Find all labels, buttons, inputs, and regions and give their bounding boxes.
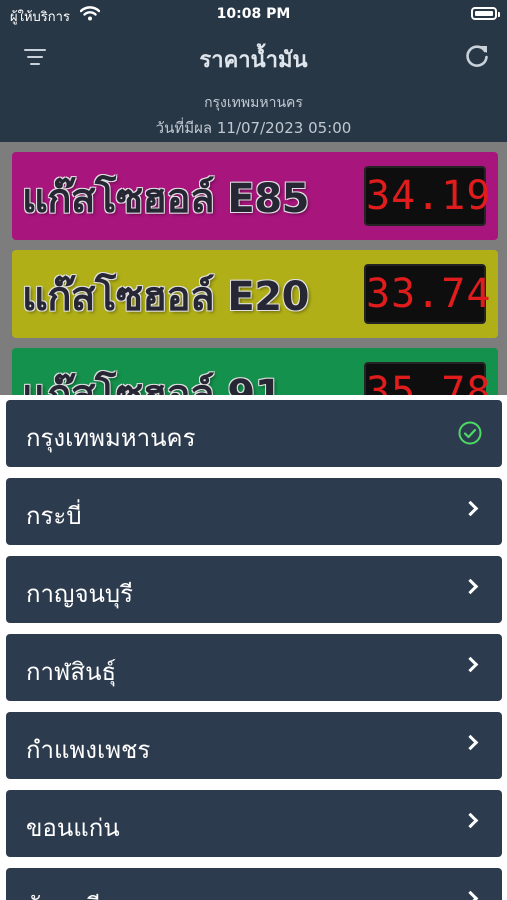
chevron-right-icon (462, 812, 479, 829)
province-label: กรุงเทพมหานคร (26, 424, 196, 452)
province-label: กำแพงเพชร (26, 736, 151, 764)
nav-bar: ราคาน้ำมัน (0, 30, 507, 84)
current-province: กรุงเทพมหานคร (204, 95, 303, 111)
province-label: กระบี่ (26, 502, 82, 530)
dim-overlay (0, 142, 507, 395)
chevron-right-icon (462, 578, 479, 595)
chevron-right-icon (462, 734, 479, 751)
province-item-bangkok[interactable]: กรุงเทพมหานคร (6, 400, 502, 467)
province-label: กาญจนบุรี (26, 580, 134, 608)
refresh-icon[interactable] (461, 40, 493, 72)
page-title: ราคาน้ำมัน (199, 48, 308, 73)
checkmark-icon (458, 421, 482, 445)
province-label: จันทบุรี (26, 886, 100, 900)
chevron-right-icon (462, 890, 479, 900)
province-label: ขอนแก่น (26, 814, 120, 842)
province-item-krabi[interactable]: กระบี่ (6, 478, 502, 545)
chevron-right-icon (462, 500, 479, 517)
province-label: กาฬสินธุ์ (26, 658, 117, 686)
province-item-kamphaeng-phet[interactable]: กำแพงเพชร (6, 712, 502, 779)
status-bar: ผู้ให้บริการ 10:08 PM (0, 0, 507, 30)
chevron-right-icon (462, 656, 479, 673)
province-item-khon-kaen[interactable]: ขอนแก่น (6, 790, 502, 857)
province-item-kanchanaburi[interactable]: กาญจนบุรี (6, 556, 502, 623)
status-time: 10:08 PM (216, 6, 291, 22)
effective-date: วันที่มีผล 11/07/2023 05:00 (155, 119, 352, 137)
province-item-chanthaburi[interactable]: จันทบุรี (6, 868, 502, 900)
province-picker: กรุงเทพมหานคร กระบี่ กาญจนบุรี กาฬสินธุ์… (0, 395, 507, 900)
info-bar: กรุงเทพมหานคร วันที่มีผล 11/07/2023 05:0… (0, 84, 507, 142)
province-item-kalasin[interactable]: กาฬสินธุ์ (6, 634, 502, 701)
battery-icon (471, 7, 500, 20)
